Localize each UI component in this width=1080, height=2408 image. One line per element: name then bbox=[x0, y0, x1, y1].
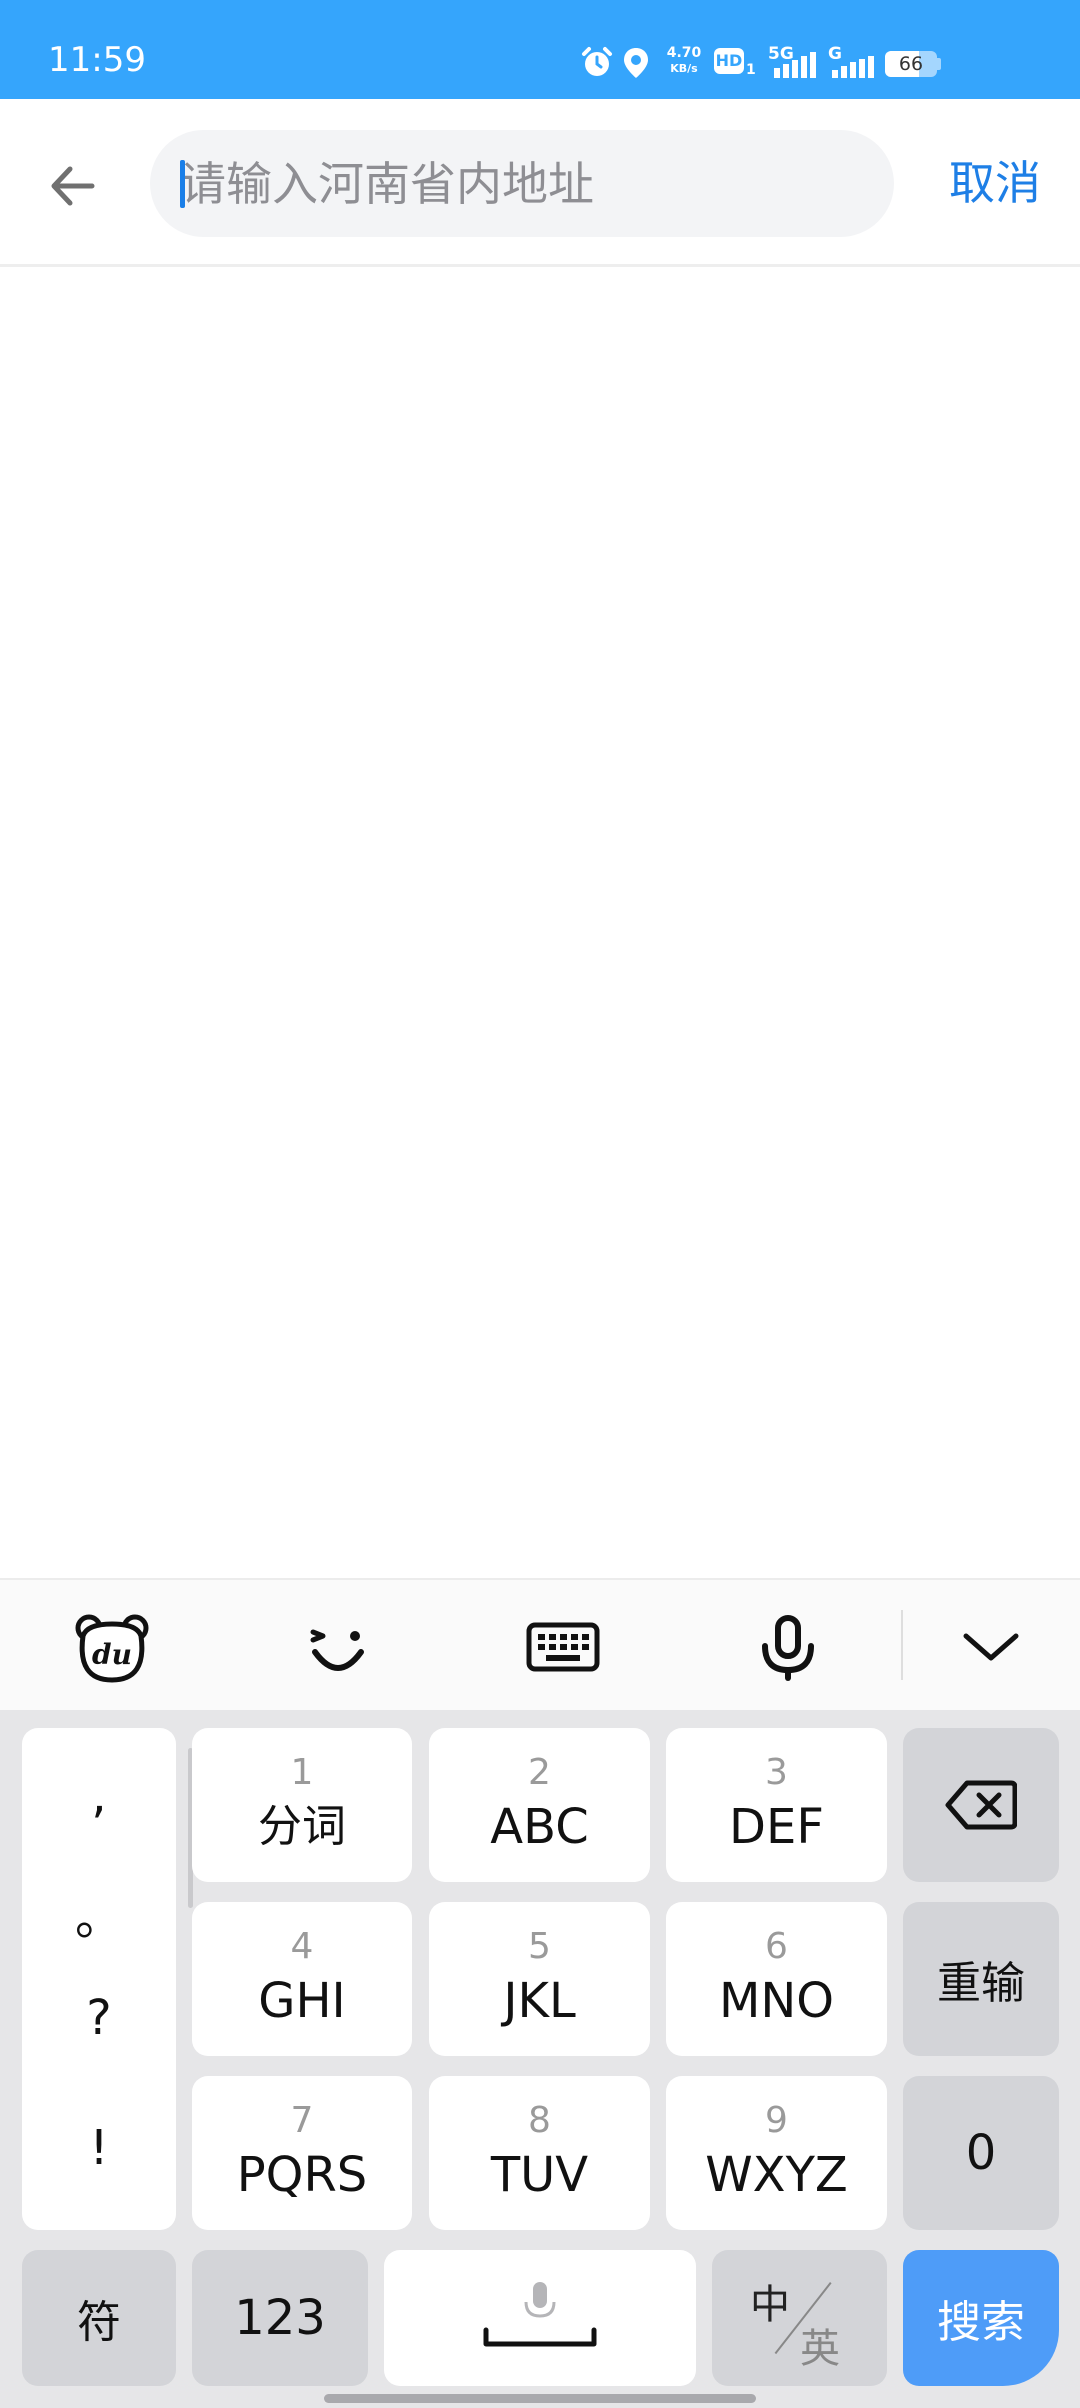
key-0[interactable]: 0 bbox=[903, 2076, 1059, 2230]
collapse-keyboard-icon[interactable] bbox=[946, 1602, 1036, 1692]
location-icon bbox=[624, 48, 648, 78]
reenter-label: 重输 bbox=[937, 1958, 1025, 2009]
signal-strength-icon-sim2 bbox=[832, 56, 874, 78]
key-1[interactable]: 1 分词 bbox=[192, 1728, 412, 1882]
net-speed: 4.70 KB/s bbox=[663, 46, 705, 76]
symbols-key[interactable]: 符 bbox=[22, 2250, 176, 2386]
key-7[interactable]: 7 PQRS bbox=[192, 2076, 412, 2230]
zero-label: 0 bbox=[965, 2125, 997, 2181]
svg-text:du: du bbox=[92, 1638, 132, 1671]
emoji-icon[interactable] bbox=[293, 1602, 383, 1692]
key-number: 5 bbox=[528, 1926, 551, 1967]
punct-period[interactable]: 。 bbox=[22, 1878, 176, 1948]
key-number: 1 bbox=[290, 1752, 314, 1793]
punct-comma[interactable]: , bbox=[22, 1768, 176, 1824]
punct-exclamation[interactable]: ! bbox=[22, 2120, 176, 2176]
keyboard-toolbar: du bbox=[0, 1578, 1080, 1710]
key-number: 8 bbox=[528, 2100, 551, 2141]
space-key[interactable] bbox=[384, 2250, 696, 2386]
hd-label: HD bbox=[715, 51, 743, 70]
key-letters: WXYZ bbox=[705, 2147, 848, 2203]
zh-label: 中 bbox=[750, 2282, 790, 2328]
key-letters: MNO bbox=[718, 1973, 835, 2029]
keyboard-icon[interactable] bbox=[518, 1602, 608, 1692]
reenter-key[interactable]: 重输 bbox=[903, 1902, 1059, 2056]
key-number: 9 bbox=[765, 2100, 788, 2141]
key-letters: ABC bbox=[490, 1799, 589, 1855]
search-key[interactable]: 搜索 bbox=[903, 2250, 1059, 2386]
key-letters: 分词 bbox=[258, 1801, 346, 1852]
key-6[interactable]: 6 MNO bbox=[666, 1902, 887, 2056]
key-4[interactable]: 4 GHI bbox=[192, 1902, 412, 2056]
backspace-icon bbox=[945, 1780, 1017, 1830]
en-label: 英 bbox=[800, 2326, 840, 2372]
search-key-label: 搜索 bbox=[937, 2297, 1025, 2348]
battery-level: 66 bbox=[898, 53, 924, 75]
search-header: 取消 bbox=[0, 99, 1080, 267]
number-mode-key[interactable]: 123 bbox=[192, 2250, 368, 2386]
search-box[interactable] bbox=[150, 130, 894, 237]
symbols-label: 符 bbox=[77, 2297, 121, 2348]
alarm-icon bbox=[582, 47, 612, 76]
key-letters: GHI bbox=[258, 1973, 346, 2029]
address-search-input[interactable] bbox=[180, 130, 860, 237]
punctuation-column[interactable]: , 。 ? ! bbox=[22, 1728, 193, 2230]
space-mic-icon bbox=[483, 2282, 597, 2347]
hd-icon: HD bbox=[714, 48, 744, 74]
net-speed-value: 4.70 bbox=[666, 45, 702, 61]
cancel-button[interactable]: 取消 bbox=[930, 143, 1060, 223]
key-number: 4 bbox=[290, 1926, 314, 1967]
key-letters: JKL bbox=[503, 1973, 576, 2029]
key-2[interactable]: 2 ABC bbox=[429, 1728, 650, 1882]
language-toggle-labels: 中 英 bbox=[712, 2250, 887, 2386]
toolbar-divider bbox=[901, 1610, 903, 1680]
key-letters: TUV bbox=[490, 2147, 589, 2203]
key-9[interactable]: 9 WXYZ bbox=[666, 2076, 887, 2230]
battery-icon: 66 bbox=[885, 51, 937, 77]
keyboard: , 。 ? ! 1 分词 2 ABC 3 DEF 4 GHI 5 JKL 6 M… bbox=[0, 1710, 1080, 2408]
key-3[interactable]: 3 DEF bbox=[666, 1728, 887, 1882]
key-letters: PQRS bbox=[236, 2147, 368, 2203]
key-8[interactable]: 8 TUV bbox=[429, 2076, 650, 2230]
screen: 11:59 4.70 KB/s HD 1 5G G 66 请输入河南省内地址 取… bbox=[0, 0, 1080, 2408]
signal-strength-icon-sim1 bbox=[774, 52, 816, 78]
delete-key[interactable] bbox=[903, 1728, 1059, 1882]
microphone-icon[interactable] bbox=[743, 1602, 833, 1692]
key-5[interactable]: 5 JKL bbox=[429, 1902, 650, 2056]
battery-tip bbox=[937, 58, 941, 70]
status-icons: 4.70 KB/s HD 1 5G G 66 bbox=[0, 0, 1080, 99]
chinese-english-toggle[interactable]: 中 英 bbox=[712, 2250, 887, 2386]
net-speed-unit: KB/s bbox=[670, 62, 698, 75]
home-indicator[interactable] bbox=[324, 2394, 756, 2403]
status-bar: 11:59 4.70 KB/s HD 1 5G G 66 bbox=[0, 0, 1080, 99]
key-number: 7 bbox=[290, 2100, 314, 2141]
back-arrow-icon[interactable] bbox=[40, 151, 110, 221]
key-number: 3 bbox=[765, 1752, 788, 1793]
du-bear-icon[interactable]: du bbox=[67, 1602, 157, 1692]
number-mode-label: 123 bbox=[234, 2290, 326, 2346]
hd-sub: 1 bbox=[746, 62, 756, 78]
punct-question[interactable]: ? bbox=[22, 1990, 176, 2046]
text-cursor bbox=[180, 160, 185, 208]
key-number: 2 bbox=[528, 1752, 551, 1793]
key-letters: DEF bbox=[729, 1799, 824, 1855]
key-number: 6 bbox=[765, 1926, 788, 1967]
search-results-area bbox=[0, 270, 1080, 1578]
